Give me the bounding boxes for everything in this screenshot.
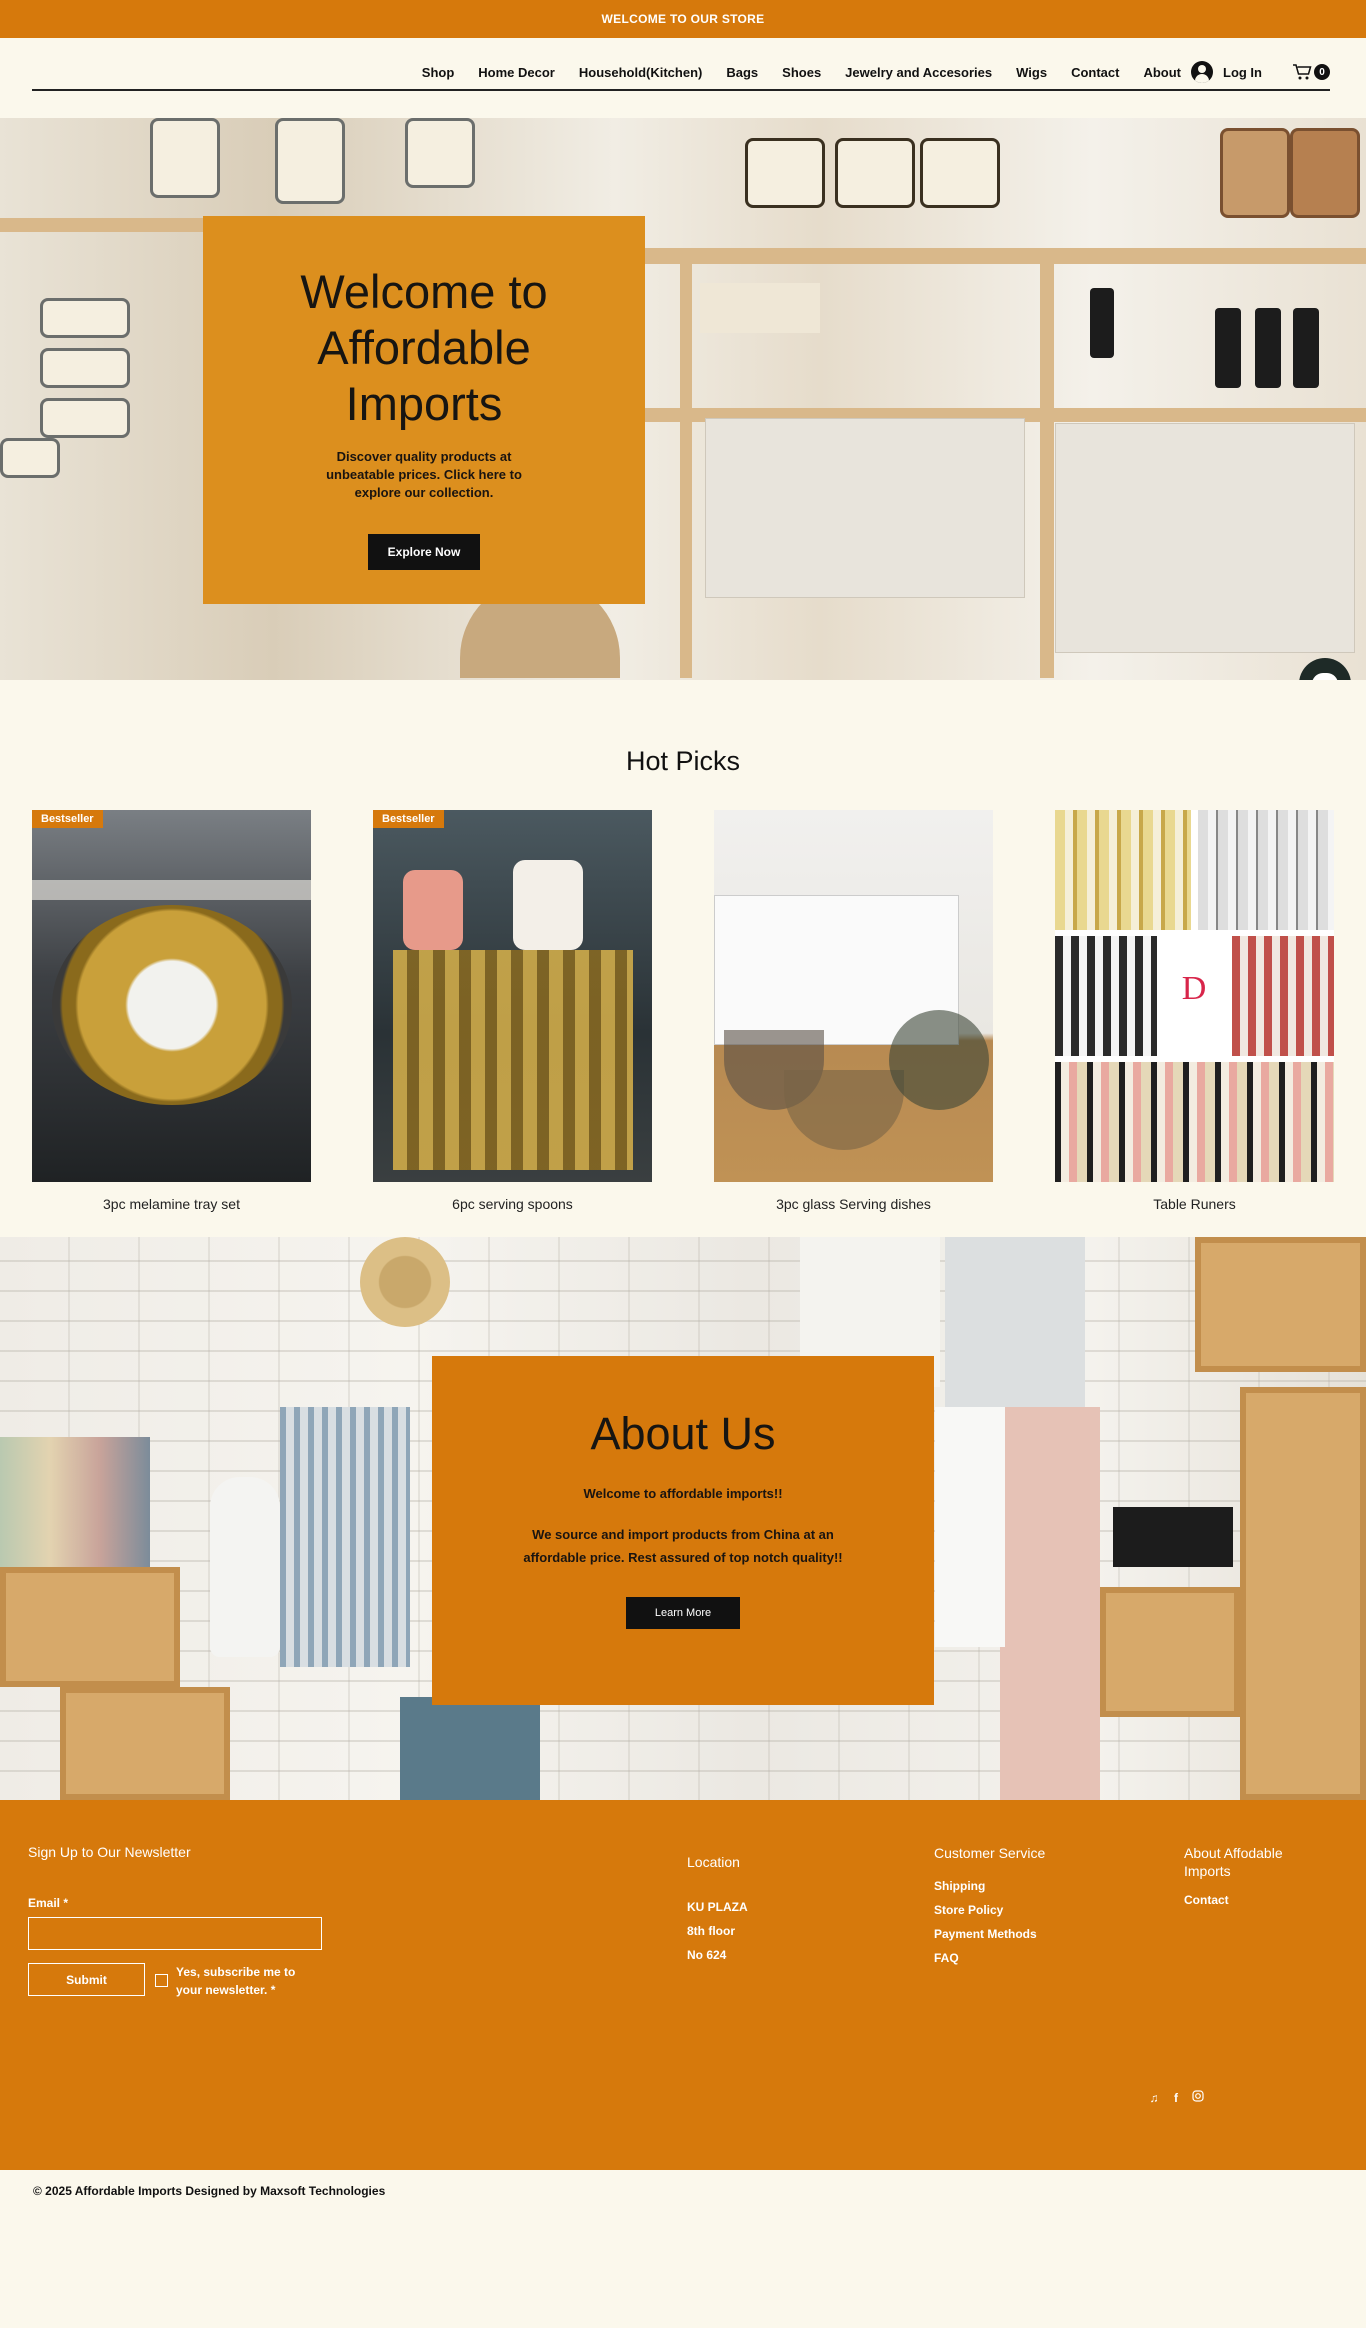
submit-button[interactable]: Submit xyxy=(28,1963,145,1996)
location-line: KU PLAZA xyxy=(687,1900,748,1914)
footer-link-payment-methods[interactable]: Payment Methods xyxy=(934,1922,1045,1946)
subscribe-checkbox-label: Yes, subscribe me to your newsletter. * xyxy=(176,1965,296,1997)
cart-icon xyxy=(1293,64,1312,80)
nav-shop[interactable]: Shop xyxy=(422,65,455,80)
instagram-icon[interactable] xyxy=(1191,2090,1205,2105)
learn-more-button[interactable]: Learn More xyxy=(626,1597,740,1629)
hot-picks-title: Hot Picks xyxy=(625,746,741,776)
user-avatar-icon xyxy=(1191,61,1213,83)
product-name[interactable]: 6pc serving spoons xyxy=(373,1196,652,1212)
nav-contact[interactable]: Contact xyxy=(1071,65,1119,80)
hero-title: Welcome to Affordable Imports xyxy=(300,265,548,430)
about-title: About Us xyxy=(590,1408,776,1459)
nav-jewelry[interactable]: Jewelry and Accesories xyxy=(845,65,992,80)
bestseller-badge: Bestseller xyxy=(373,810,444,828)
email-label: Email * xyxy=(28,1896,69,1910)
nav-household-kitchen[interactable]: Household(Kitchen) xyxy=(579,65,703,80)
product-image[interactable]: Bestseller xyxy=(32,810,311,1182)
footer-link-shipping[interactable]: Shipping xyxy=(934,1874,1045,1898)
bestseller-badge: Bestseller xyxy=(32,810,103,828)
nav-wigs[interactable]: Wigs xyxy=(1016,65,1047,80)
site-header: Shop Home Decor Household(Kitchen) Bags … xyxy=(0,38,1366,118)
email-field[interactable] xyxy=(28,1917,322,1950)
nav-shoes[interactable]: Shoes xyxy=(782,65,821,80)
product-card[interactable]: 3pc glass Serving dishes xyxy=(714,810,993,1212)
footer-about: About Affodable Imports Contact xyxy=(1184,1844,1314,1912)
facebook-icon[interactable]: f xyxy=(1169,2091,1183,2105)
cart-button[interactable]: 0 xyxy=(1292,63,1330,81)
newsletter-title: Sign Up to Our Newsletter xyxy=(28,1844,191,1860)
announcement-text: WELCOME TO OUR STORE xyxy=(601,12,765,26)
site-footer: Sign Up to Our Newsletter Email * Submit… xyxy=(0,1800,1366,2170)
chat-icon xyxy=(1312,673,1338,680)
footer-link-store-policy[interactable]: Store Policy xyxy=(934,1898,1045,1922)
hero-section: Welcome to Affordable Imports Discover q… xyxy=(0,118,1366,680)
footer-link-contact[interactable]: Contact xyxy=(1184,1888,1314,1912)
copyright-text: © 2025 Affordable Imports Designed by Ma… xyxy=(33,2184,386,2198)
product-card[interactable]: Bestseller 6pc serving spoons xyxy=(373,810,652,1212)
customer-service-title: Customer Service xyxy=(934,1845,1046,1861)
explore-now-button[interactable]: Explore Now xyxy=(368,534,480,570)
login-button[interactable]: Log In xyxy=(1191,61,1262,83)
about-body: We source and import products from China… xyxy=(523,1527,843,1565)
social-links: ♫ f xyxy=(1147,2090,1205,2105)
product-image[interactable]: D xyxy=(1055,810,1334,1182)
footer-customer-service: Customer Service Shipping Store Policy P… xyxy=(934,1844,1045,1970)
subscribe-checkbox[interactable] xyxy=(155,1974,168,1987)
product-image[interactable] xyxy=(714,810,993,1182)
product-name[interactable]: 3pc melamine tray set xyxy=(32,1196,311,1212)
header-divider xyxy=(32,89,1330,91)
product-card[interactable]: D Table Runers xyxy=(1055,810,1334,1212)
about-card: About Us Welcome to affordable imports!!… xyxy=(432,1356,934,1705)
product-name[interactable]: 3pc glass Serving dishes xyxy=(714,1196,993,1212)
location-line: 8th floor xyxy=(687,1924,735,1938)
login-label: Log In xyxy=(1223,64,1262,80)
newsletter-form: Sign Up to Our Newsletter Email * Submit… xyxy=(28,1844,322,1999)
about-intro: Welcome to affordable imports!! xyxy=(583,1486,783,1501)
location-line: No 624 xyxy=(687,1948,727,1962)
footer-location: Location KU PLAZA 8th floor No 624 xyxy=(687,1853,748,1967)
chat-button[interactable] xyxy=(1299,658,1351,680)
footer-about-title: About Affodable Imports xyxy=(1184,1845,1283,1879)
main-nav: Shop Home Decor Household(Kitchen) Bags … xyxy=(398,60,1330,84)
nav-home-decor[interactable]: Home Decor xyxy=(478,65,555,80)
cart-count-badge: 0 xyxy=(1314,64,1330,80)
footer-link-faq[interactable]: FAQ xyxy=(934,1946,1045,1970)
nav-about[interactable]: About xyxy=(1143,65,1181,80)
nav-bags[interactable]: Bags xyxy=(726,65,758,80)
product-card[interactable]: Bestseller 3pc melamine tray set xyxy=(32,810,311,1212)
tiktok-icon[interactable]: ♫ xyxy=(1147,2091,1161,2105)
location-title: Location xyxy=(687,1854,740,1870)
product-name[interactable]: Table Runers xyxy=(1055,1196,1334,1212)
product-image[interactable]: Bestseller xyxy=(373,810,652,1182)
hero-subtitle: Discover quality products at unbeatable … xyxy=(326,449,522,500)
hero-card: Welcome to Affordable Imports Discover q… xyxy=(203,216,645,604)
about-section: About Us Welcome to affordable imports!!… xyxy=(0,1237,1366,1800)
announcement-bar: WELCOME TO OUR STORE xyxy=(0,0,1366,38)
